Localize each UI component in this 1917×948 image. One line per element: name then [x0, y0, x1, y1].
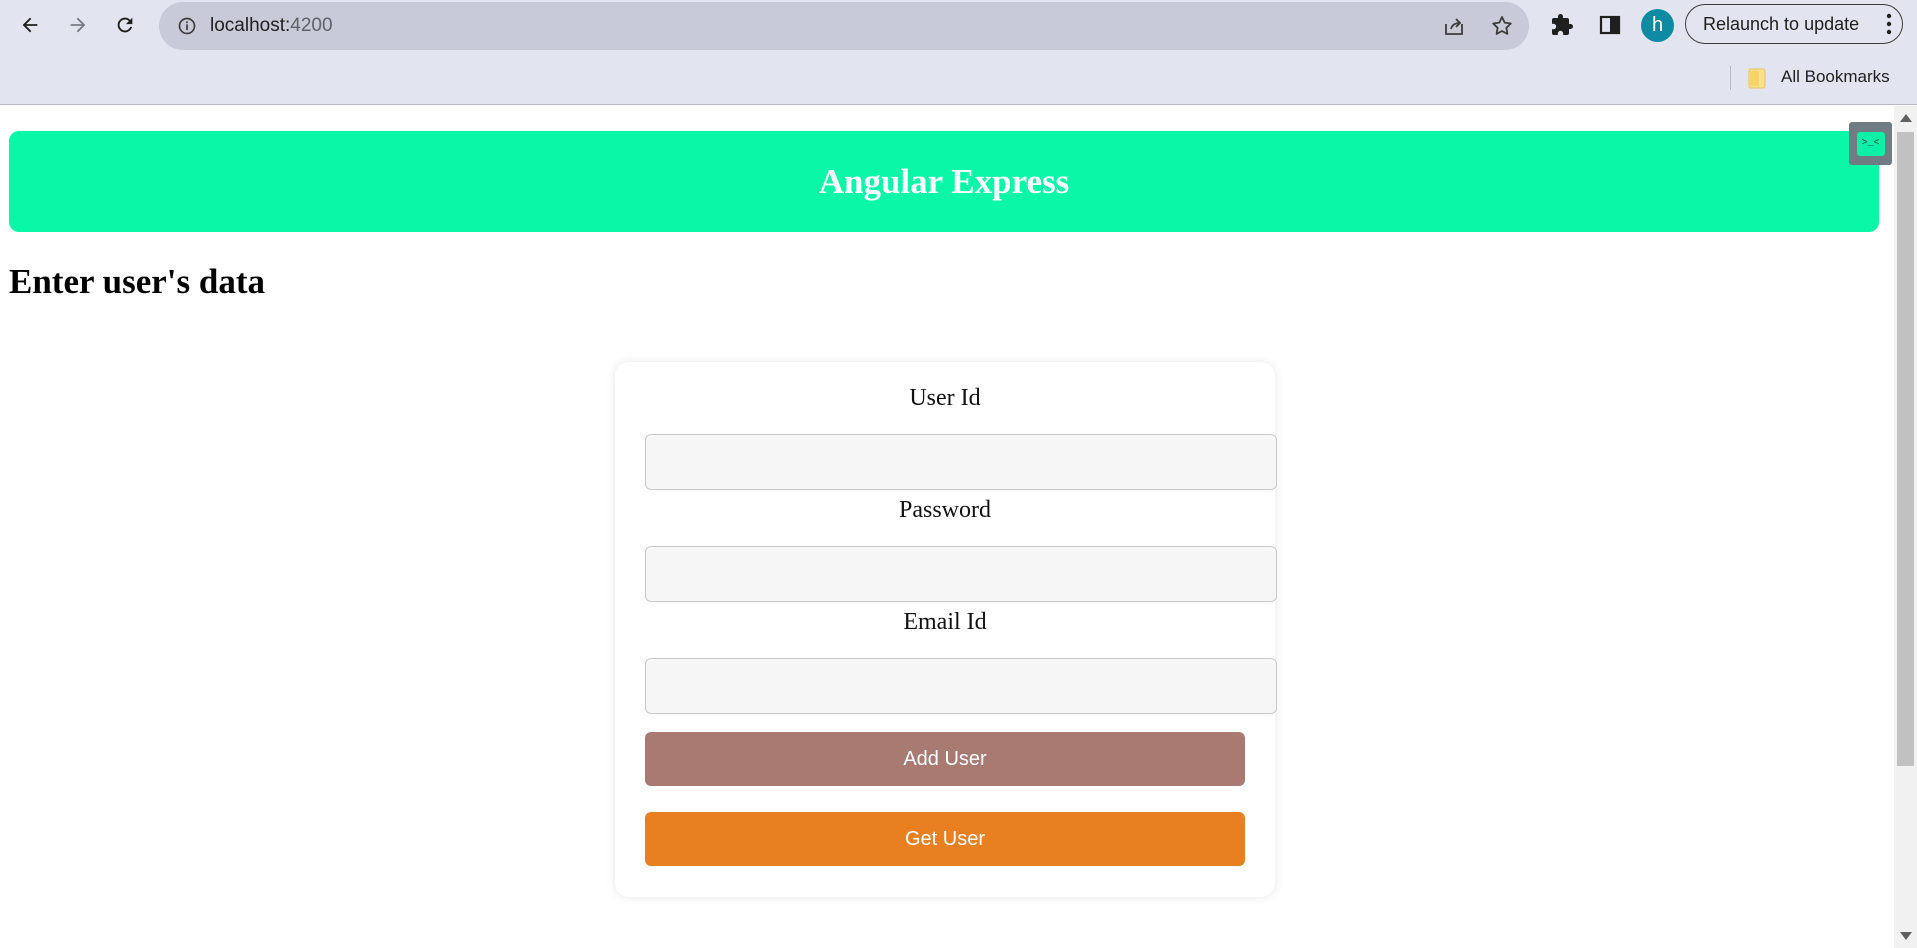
bookmarks-divider: [1730, 66, 1731, 90]
puzzle-icon: [1552, 14, 1573, 35]
email-id-input[interactable]: [645, 658, 1277, 714]
extensions-button[interactable]: [1549, 12, 1575, 38]
relaunch-label: Relaunch to update: [1703, 13, 1860, 34]
browser-toolbar: localhost:4200 h Relaunch to update: [0, 0, 1917, 52]
arrow-right-icon: [70, 17, 86, 33]
reload-icon: [117, 17, 133, 33]
extension-face-icon: >_<: [1856, 131, 1885, 156]
reload-button[interactable]: [109, 9, 141, 41]
back-button[interactable]: [14, 9, 46, 41]
more-vert-icon[interactable]: [1886, 13, 1892, 35]
address-url[interactable]: localhost:4200: [210, 15, 333, 37]
user-id-input[interactable]: [645, 434, 1277, 490]
share-icon[interactable]: [1442, 14, 1466, 38]
profile-avatar[interactable]: h: [1641, 9, 1674, 42]
app-title: Angular Express: [818, 161, 1070, 201]
get-user-button[interactable]: Get User: [645, 812, 1245, 866]
site-info-icon[interactable]: [177, 16, 197, 36]
add-user-button[interactable]: Add User: [645, 732, 1245, 786]
address-bar[interactable]: localhost:4200: [159, 2, 1529, 50]
app-header: Angular Express: [9, 131, 1879, 232]
side-panel-button[interactable]: [1597, 12, 1623, 38]
page-viewport: Angular Express Enter user's data User I…: [0, 106, 1917, 948]
password-input[interactable]: [645, 546, 1277, 602]
password-label: Password: [898, 497, 991, 523]
all-bookmarks-link[interactable]: All Bookmarks: [1781, 67, 1890, 87]
extension-overlay-button[interactable]: >_<: [1849, 122, 1892, 165]
arrow-left-icon: [22, 17, 38, 33]
forward-button[interactable]: [62, 9, 94, 41]
bookmark-folder-icon[interactable]: [1747, 67, 1767, 89]
bookmark-star-icon[interactable]: [1490, 14, 1514, 38]
vertical-scrollbar[interactable]: [1894, 106, 1917, 948]
bookmarks-bar: All Bookmarks: [0, 52, 1917, 105]
side-panel-icon: [1599, 15, 1621, 35]
user-form-card: User Id Password Email Id Add User Get U…: [615, 362, 1277, 897]
email-id-label: Email Id: [903, 609, 987, 635]
scroll-down-arrow-icon[interactable]: [1900, 932, 1912, 940]
scrollbar-thumb[interactable]: [1897, 132, 1914, 766]
url-port: 4200: [290, 15, 333, 36]
page-title: Enter user's data: [9, 262, 266, 301]
user-id-label: User Id: [909, 385, 981, 411]
relaunch-button[interactable]: Relaunch to update: [1685, 4, 1903, 44]
url-host: localhost:: [210, 15, 291, 36]
scroll-up-arrow-icon[interactable]: [1900, 114, 1912, 122]
